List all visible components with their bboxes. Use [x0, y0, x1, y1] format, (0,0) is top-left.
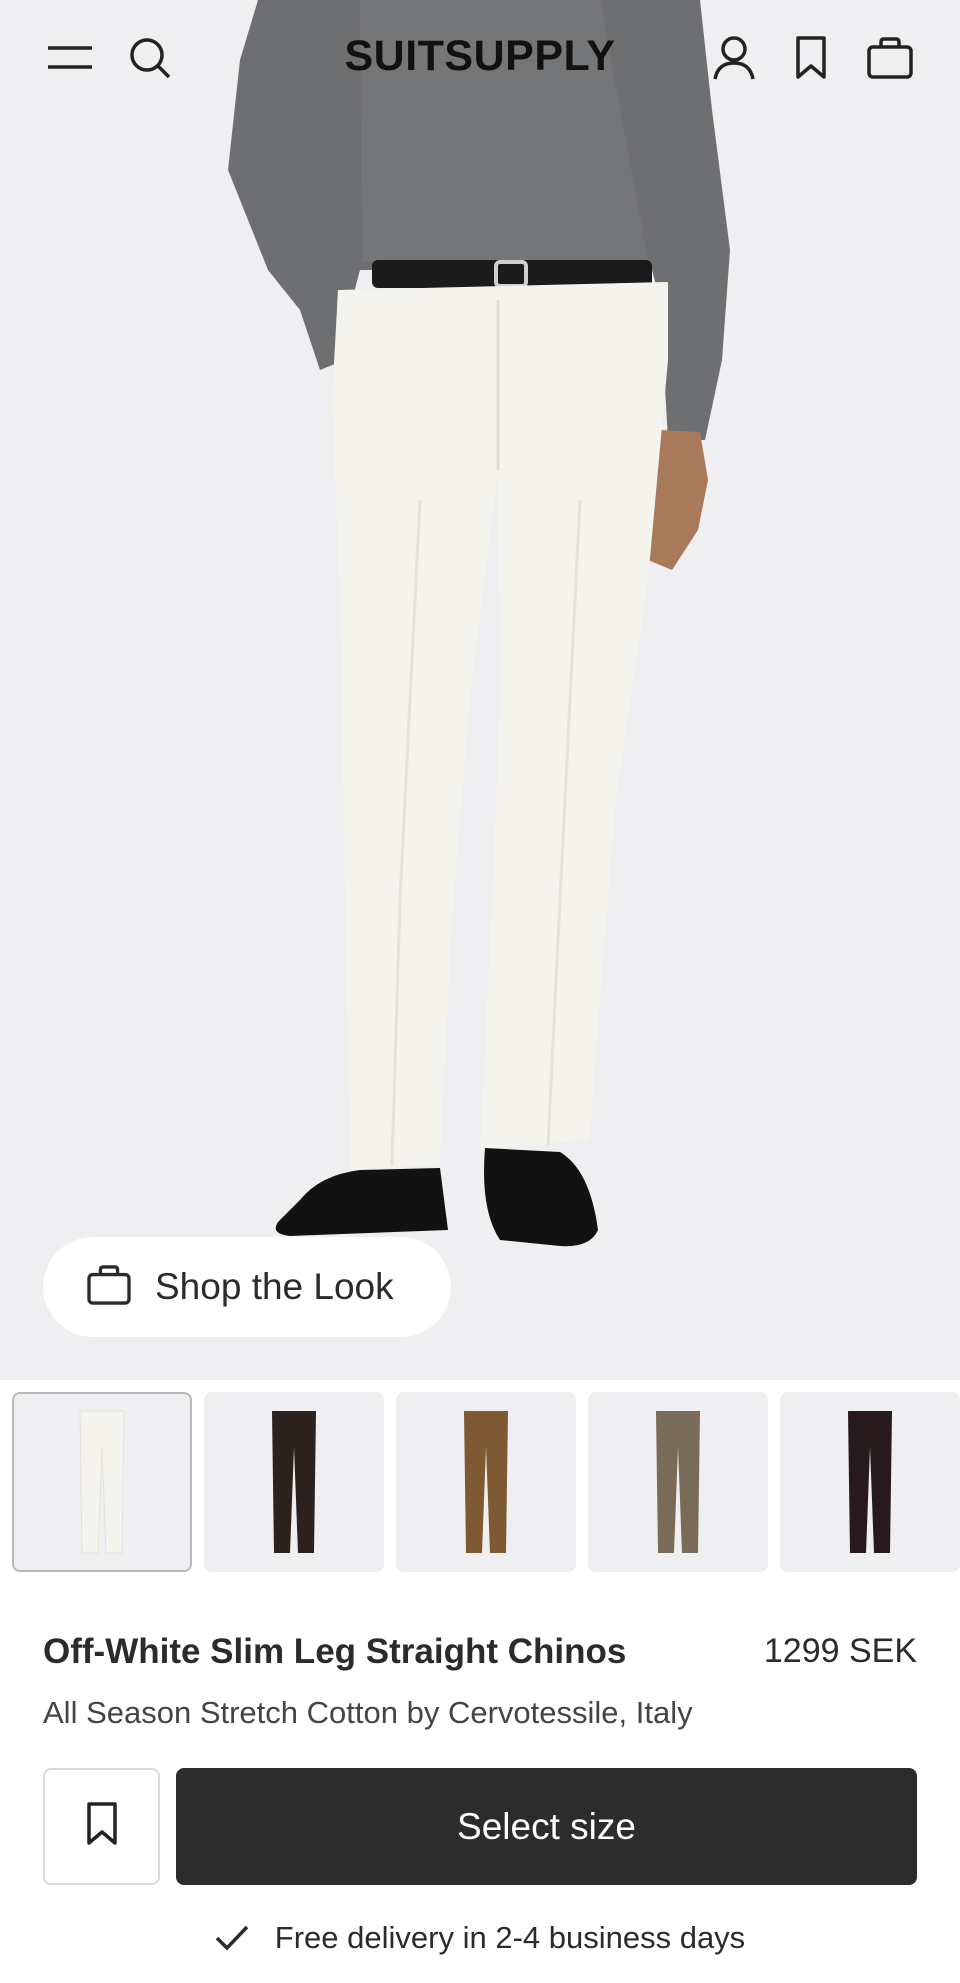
color-variant-taupe[interactable]: [588, 1392, 768, 1572]
delivery-text: Free delivery in 2-4 business days: [274, 1920, 746, 1955]
color-variant-dark-brown[interactable]: [204, 1392, 384, 1572]
color-variant-off-white[interactable]: [12, 1392, 192, 1572]
color-variant-tobacco[interactable]: [396, 1392, 576, 1572]
bag-icon: [87, 1264, 131, 1310]
trousers-thumbnail: [79, 1410, 125, 1554]
bag-icon[interactable]: [862, 30, 918, 86]
trousers-thumbnail: [656, 1411, 700, 1553]
delivery-info: Free delivery in 2-4 business days: [0, 1920, 960, 1956]
menu-icon[interactable]: [42, 30, 98, 86]
search-icon[interactable]: [122, 30, 178, 86]
model-photo: [228, 0, 730, 1247]
shop-the-look-label: Shop the Look: [155, 1266, 394, 1307]
check-icon: [215, 1924, 249, 1952]
top-navigation: SUITSUPPLY: [0, 0, 960, 116]
color-variant-burgundy[interactable]: [780, 1392, 960, 1572]
shop-the-look-button[interactable]: Shop the Look: [43, 1237, 451, 1337]
add-to-wishlist-button[interactable]: [43, 1768, 160, 1885]
product-name: Off-White Slim Leg Straight Chinos: [43, 1632, 627, 1671]
select-size-button[interactable]: Select size: [176, 1768, 917, 1885]
trousers-thumbnail: [464, 1411, 508, 1553]
product-subtitle: All Season Stretch Cotton by Cervotessil…: [43, 1695, 693, 1730]
brand-logo[interactable]: SUITSUPPLY: [344, 32, 615, 80]
product-hero-image[interactable]: SUITSUPPLY Shop the Look: [0, 0, 960, 1380]
product-price: 1299 SEK: [763, 1632, 917, 1670]
color-variant-list: [12, 1392, 960, 1572]
trousers-thumbnail: [848, 1411, 892, 1553]
account-icon[interactable]: [706, 30, 762, 86]
trousers-thumbnail: [272, 1411, 316, 1553]
bookmark-icon[interactable]: [783, 30, 839, 86]
bookmark-icon: [86, 1802, 118, 1851]
